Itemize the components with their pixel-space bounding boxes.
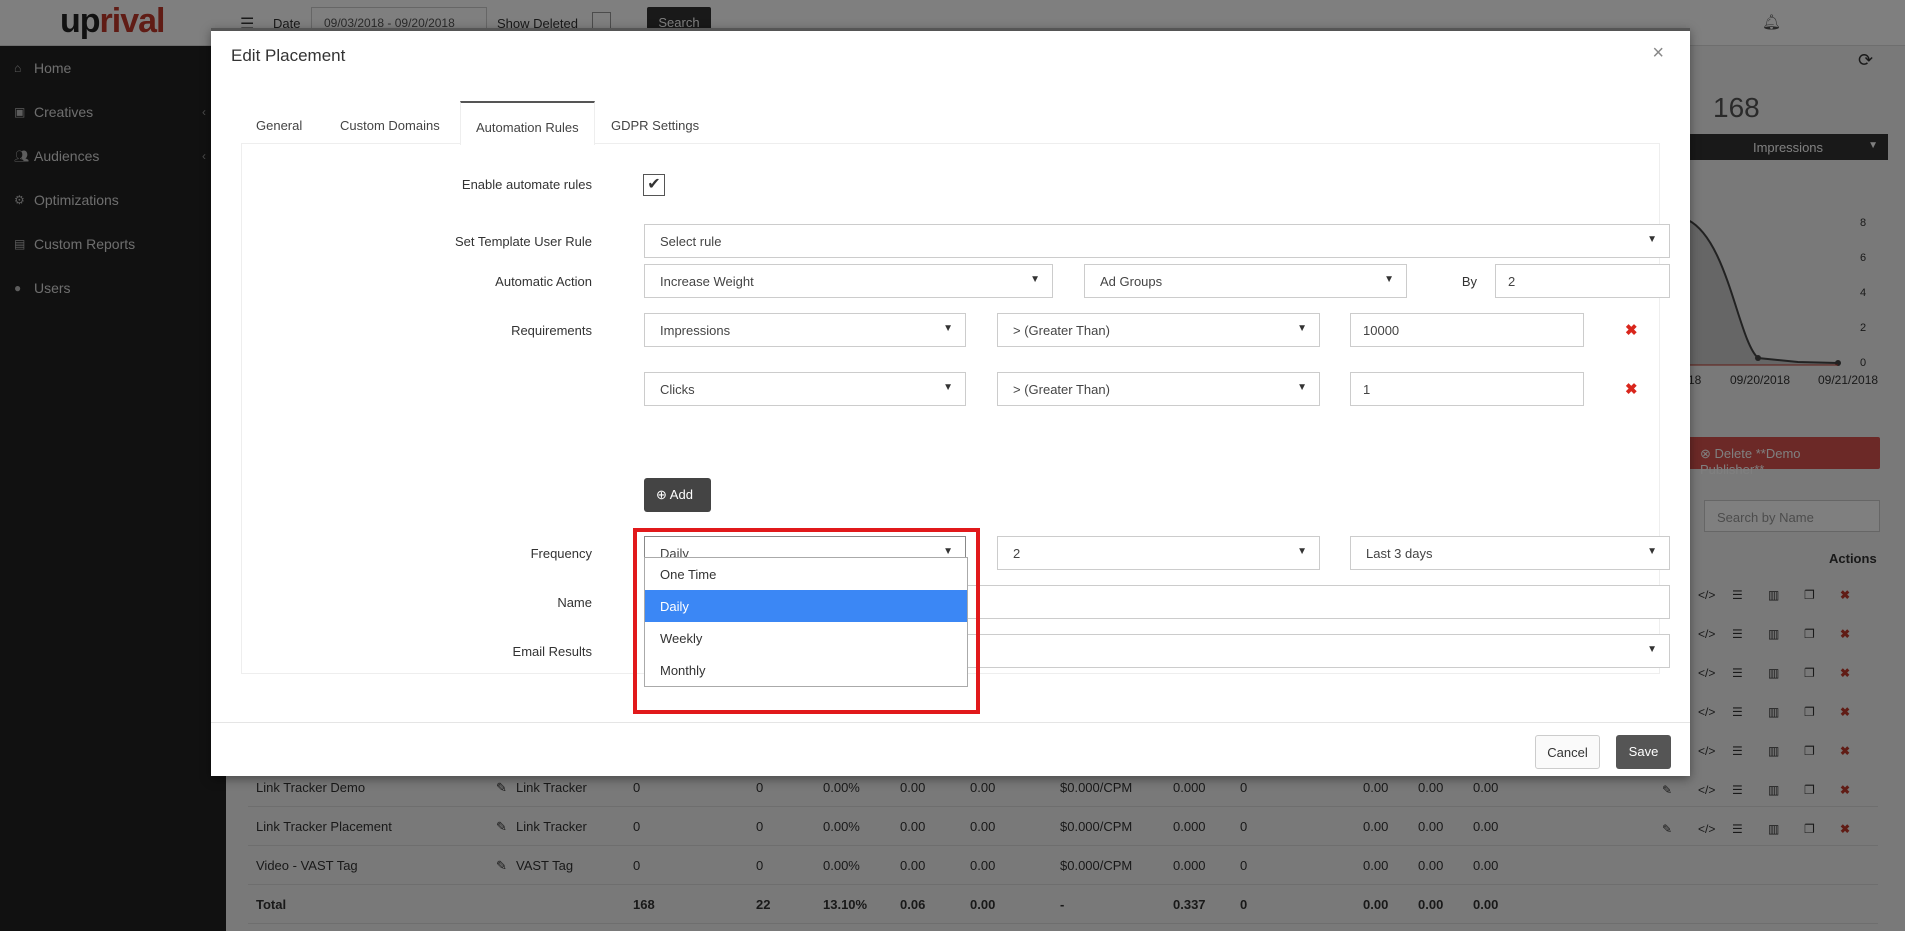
caret-down-icon: ▼ — [1297, 382, 1307, 393]
tab-general[interactable]: General — [241, 101, 317, 144]
tab-custom-domains[interactable]: Custom Domains — [325, 101, 455, 144]
enable-automate-checkbox[interactable]: ✔ — [643, 174, 665, 196]
highlight-box — [633, 528, 980, 714]
requirements-label: Requirements — [511, 323, 592, 338]
edit-placement-modal: Edit Placement × General Custom Domains … — [211, 28, 1690, 776]
frequency-count-select[interactable]: 2 ▼ — [997, 536, 1320, 570]
checkmark-icon: ✔ — [647, 176, 661, 193]
requirement-metric-select[interactable]: Impressions ▼ — [644, 313, 966, 347]
save-button[interactable]: Save — [1616, 735, 1671, 769]
requirement-value-input[interactable]: 1 — [1350, 372, 1584, 406]
caret-down-icon: ▼ — [1647, 546, 1657, 557]
caret-down-icon: ▼ — [1030, 274, 1040, 285]
modal-footer-divider — [211, 722, 1690, 723]
tab-gdpr-settings[interactable]: GDPR Settings — [596, 101, 714, 144]
modal-title: Edit Placement — [231, 46, 346, 65]
template-rule-select[interactable]: Select rule ▼ — [644, 224, 1670, 258]
caret-down-icon: ▼ — [943, 382, 953, 393]
enable-automate-label: Enable automate rules — [461, 177, 592, 192]
by-value-input[interactable]: 2 — [1495, 264, 1670, 298]
caret-down-icon: ▼ — [1297, 546, 1307, 557]
requirement-operator-select[interactable]: > (Greater Than) ▼ — [997, 313, 1320, 347]
requirement-operator-select[interactable]: > (Greater Than) ▼ — [997, 372, 1320, 406]
name-label: Name — [557, 595, 592, 610]
automatic-action-label: Automatic Action — [495, 274, 592, 289]
automatic-action-select[interactable]: Increase Weight ▼ — [644, 264, 1053, 298]
requirement-metric-select[interactable]: Clicks ▼ — [644, 372, 966, 406]
plus-circle-icon: ⊕ — [656, 487, 670, 502]
requirement-value-input[interactable]: 10000 — [1350, 313, 1584, 347]
close-icon[interactable]: × — [1652, 42, 1664, 65]
frequency-label: Frequency — [530, 546, 592, 561]
remove-requirement-icon[interactable]: ✖ — [1625, 321, 1638, 339]
cancel-button[interactable]: Cancel — [1535, 735, 1600, 769]
caret-down-icon: ▼ — [1647, 644, 1657, 655]
add-requirement-button[interactable]: ⊕ Add — [644, 478, 711, 512]
by-label: By — [1461, 274, 1477, 289]
automation-rules-panel: Enable automate rules ✔ Set Template Use… — [241, 144, 1670, 714]
caret-down-icon: ▼ — [1297, 323, 1307, 334]
caret-down-icon: ▼ — [943, 323, 953, 334]
email-results-label: Email Results — [512, 644, 592, 659]
frequency-period-select[interactable]: Last 3 days ▼ — [1350, 536, 1670, 570]
template-rule-label: Set Template User Rule — [454, 234, 592, 249]
remove-requirement-icon[interactable]: ✖ — [1625, 380, 1638, 398]
tab-automation-rules[interactable]: Automation Rules — [460, 101, 595, 145]
modal-tabs: General Custom Domains Automation Rules … — [241, 101, 1660, 145]
caret-down-icon: ▼ — [1647, 234, 1657, 245]
